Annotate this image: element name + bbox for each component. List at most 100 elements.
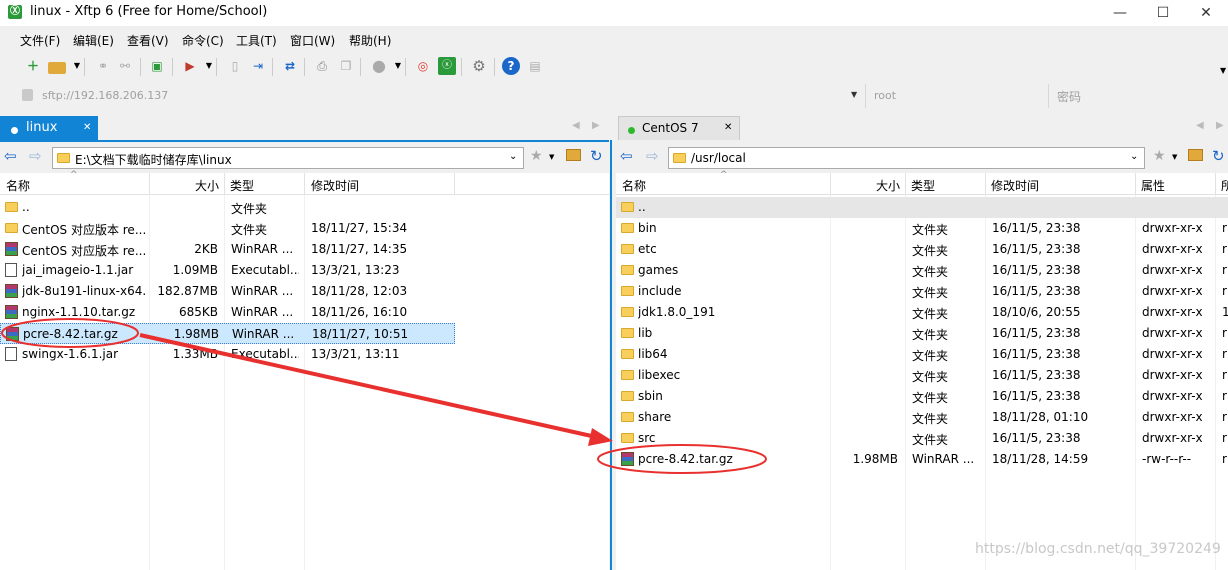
host-input[interactable]: sftp://192.168.206.137 bbox=[42, 89, 168, 102]
column-name[interactable]: 名称 bbox=[6, 177, 30, 194]
table-row[interactable]: sbin 文件夹 16/11/5, 23:38 drwxr-xr-x r bbox=[616, 386, 1228, 407]
file-type: 文件夹 bbox=[231, 223, 268, 237]
chevron-down-icon[interactable]: ⌄ bbox=[509, 151, 517, 162]
home-folder-icon[interactable] bbox=[566, 149, 581, 161]
sync-icon[interactable]: ⇄ bbox=[281, 57, 299, 75]
gear-icon[interactable]: ⚙ bbox=[470, 57, 488, 75]
chat-icon[interactable]: ▤ bbox=[526, 57, 544, 75]
tab-scroll-left-icon[interactable]: ◀ bbox=[572, 120, 580, 131]
table-row[interactable]: lib 文件夹 16/11/5, 23:38 drwxr-xr-x r bbox=[616, 323, 1228, 344]
close-button[interactable]: ✕ bbox=[1186, 2, 1226, 24]
column-type[interactable]: 类型 bbox=[230, 177, 254, 194]
table-row[interactable]: .. bbox=[616, 197, 1228, 218]
tab-close-icon[interactable]: ✕ bbox=[83, 122, 91, 133]
home-folder-icon[interactable] bbox=[1188, 149, 1203, 161]
connect-icon[interactable]: ⚭ bbox=[94, 57, 112, 75]
table-row[interactable]: games 文件夹 16/11/5, 23:38 drwxr-xr-x r bbox=[616, 260, 1228, 281]
column-type[interactable]: 类型 bbox=[911, 177, 935, 194]
refresh-icon[interactable]: ↻ bbox=[590, 147, 603, 165]
refresh-icon[interactable]: ↻ bbox=[1212, 147, 1225, 165]
table-row[interactable]: .. 文件夹 bbox=[0, 197, 455, 218]
column-divider[interactable] bbox=[224, 173, 225, 195]
column-modified[interactable]: 修改时间 bbox=[991, 177, 1039, 194]
forward-arrow-icon[interactable]: ⇨ bbox=[646, 147, 659, 165]
column-divider[interactable] bbox=[830, 173, 831, 195]
dropdown-arrow-icon[interactable]: ▼ bbox=[1172, 153, 1177, 161]
column-divider[interactable] bbox=[304, 173, 305, 195]
menu-view[interactable]: 查看(V) bbox=[127, 32, 169, 49]
password-input[interactable]: 密码 bbox=[1057, 88, 1081, 105]
dropdown-arrow-icon[interactable]: ▼ bbox=[549, 153, 554, 161]
menu-file[interactable]: 文件(F) bbox=[20, 32, 60, 49]
toolbar-overflow-icon[interactable]: ▼ bbox=[1220, 66, 1226, 75]
column-attributes[interactable]: 属性 bbox=[1141, 177, 1165, 194]
session-properties-icon[interactable]: ▣ bbox=[148, 57, 166, 75]
table-row[interactable]: src 文件夹 16/11/5, 23:38 drwxr-xr-x r bbox=[616, 428, 1228, 449]
document-icon[interactable]: ▯ bbox=[226, 57, 244, 75]
menu-tools[interactable]: 工具(T) bbox=[236, 32, 277, 49]
column-divider[interactable] bbox=[454, 173, 455, 195]
column-divider[interactable] bbox=[1135, 173, 1136, 195]
table-row[interactable]: lib64 文件夹 16/11/5, 23:38 drwxr-xr-x r bbox=[616, 344, 1228, 365]
copy-icon[interactable]: ❐ bbox=[337, 57, 355, 75]
table-row[interactable]: pcre-8.42.tar.gz 1.98MB WinRAR ... 18/11/28… bbox=[616, 449, 1228, 470]
menu-window[interactable]: 窗口(W) bbox=[290, 32, 335, 49]
column-owner[interactable]: 所 bbox=[1221, 177, 1228, 194]
back-arrow-icon[interactable]: ⇦ bbox=[4, 147, 17, 165]
column-divider[interactable] bbox=[905, 173, 906, 195]
disconnect-icon[interactable]: ⚯ bbox=[116, 57, 134, 75]
column-name[interactable]: 名称 bbox=[622, 177, 646, 194]
star-icon[interactable]: ★ bbox=[530, 148, 543, 164]
new-session-icon[interactable]: ＋ bbox=[24, 57, 42, 75]
table-row[interactable]: jdk1.8.0_191 文件夹 18/10/6, 20:55 drwxr-xr-x 1 bbox=[616, 302, 1228, 323]
table-row[interactable]: pcre-8.42.tar.gz 1.98MB WinRAR ... 18/11/27… bbox=[0, 323, 455, 344]
maximize-button[interactable]: ☐ bbox=[1143, 2, 1183, 24]
column-modified[interactable]: 修改时间 bbox=[311, 177, 359, 194]
star-icon[interactable]: ★ bbox=[1153, 148, 1166, 164]
globe-icon[interactable]: ● bbox=[370, 57, 388, 75]
table-row[interactable]: CentOS 对应版本 re... 文件夹 18/11/27, 15:34 bbox=[0, 218, 455, 239]
column-divider[interactable] bbox=[985, 173, 986, 195]
table-row[interactable]: jdk-8u191-linux-x64... 182.87MB WinRAR ...… bbox=[0, 281, 455, 302]
right-path-field[interactable]: /usr/local ⌄ bbox=[668, 147, 1145, 169]
column-divider[interactable] bbox=[149, 173, 150, 195]
menu-command[interactable]: 命令(C) bbox=[182, 32, 224, 49]
username-input[interactable]: root bbox=[874, 89, 896, 102]
tab-scroll-right-icon[interactable]: ▶ bbox=[592, 120, 600, 131]
table-row[interactable]: CentOS 对应版本 re... 2KB WinRAR ... 18/11/27, … bbox=[0, 239, 455, 260]
tab-scroll-right-icon[interactable]: ▶ bbox=[1216, 120, 1224, 131]
host-dropdown-icon[interactable]: ▼ bbox=[851, 90, 857, 99]
table-row[interactable]: include 文件夹 16/11/5, 23:38 drwxr-xr-x r bbox=[616, 281, 1228, 302]
help-icon[interactable]: ? bbox=[502, 57, 520, 75]
menu-help[interactable]: 帮助(H) bbox=[349, 32, 391, 49]
back-arrow-icon[interactable]: ⇦ bbox=[620, 147, 633, 165]
chevron-down-icon[interactable]: ⌄ bbox=[1130, 151, 1138, 162]
open-folder-icon[interactable] bbox=[48, 62, 66, 74]
column-size[interactable]: 大小 bbox=[195, 177, 219, 194]
toolbar-separator bbox=[360, 58, 361, 76]
menu-edit[interactable]: 编辑(E) bbox=[73, 32, 114, 49]
table-row[interactable]: bin 文件夹 16/11/5, 23:38 drwxr-xr-x r bbox=[616, 218, 1228, 239]
column-divider[interactable] bbox=[1215, 173, 1216, 195]
xshell-icon[interactable]: ◎ bbox=[414, 57, 432, 75]
column-size[interactable]: 大小 bbox=[876, 177, 900, 194]
tab-scroll-left-icon[interactable]: ◀ bbox=[1196, 120, 1204, 131]
table-row[interactable]: share 文件夹 18/11/28, 01:10 drwxr-xr-x r bbox=[616, 407, 1228, 428]
folder-icon bbox=[57, 153, 70, 163]
toolbar-separator bbox=[461, 58, 462, 76]
left-path-field[interactable]: E:\文档下载临时储存库\linux ⌄ bbox=[52, 147, 524, 169]
xftp-icon[interactable]: ⓧ bbox=[438, 57, 456, 75]
table-row[interactable]: jai_imageio-1.1.jar 1.09MB Executabl... 13/… bbox=[0, 260, 455, 281]
forward-arrow-icon[interactable]: ⇨ bbox=[29, 147, 42, 165]
table-row[interactable]: nginx-1.1.10.tar.gz 685KB WinRAR ... 18/11/… bbox=[0, 302, 455, 323]
table-row[interactable]: etc 文件夹 16/11/5, 23:38 drwxr-xr-x r bbox=[616, 239, 1228, 260]
transfer-window-icon[interactable]: ▶ bbox=[181, 57, 199, 75]
table-row[interactable]: swingx-1.6.1.jar 1.33MB Executabl... 13/3/2… bbox=[0, 344, 455, 365]
print-icon[interactable]: ⎙ bbox=[313, 57, 331, 75]
import-icon[interactable]: ⇥ bbox=[249, 57, 267, 75]
tab-centos7[interactable]: CentOS 7 ✕ bbox=[618, 116, 740, 140]
minimize-button[interactable]: — bbox=[1100, 2, 1140, 24]
tab-close-icon[interactable]: ✕ bbox=[724, 122, 732, 133]
table-row[interactable]: libexec 文件夹 16/11/5, 23:38 drwxr-xr-x r bbox=[616, 365, 1228, 386]
tab-linux[interactable]: linux ✕ bbox=[0, 116, 98, 140]
